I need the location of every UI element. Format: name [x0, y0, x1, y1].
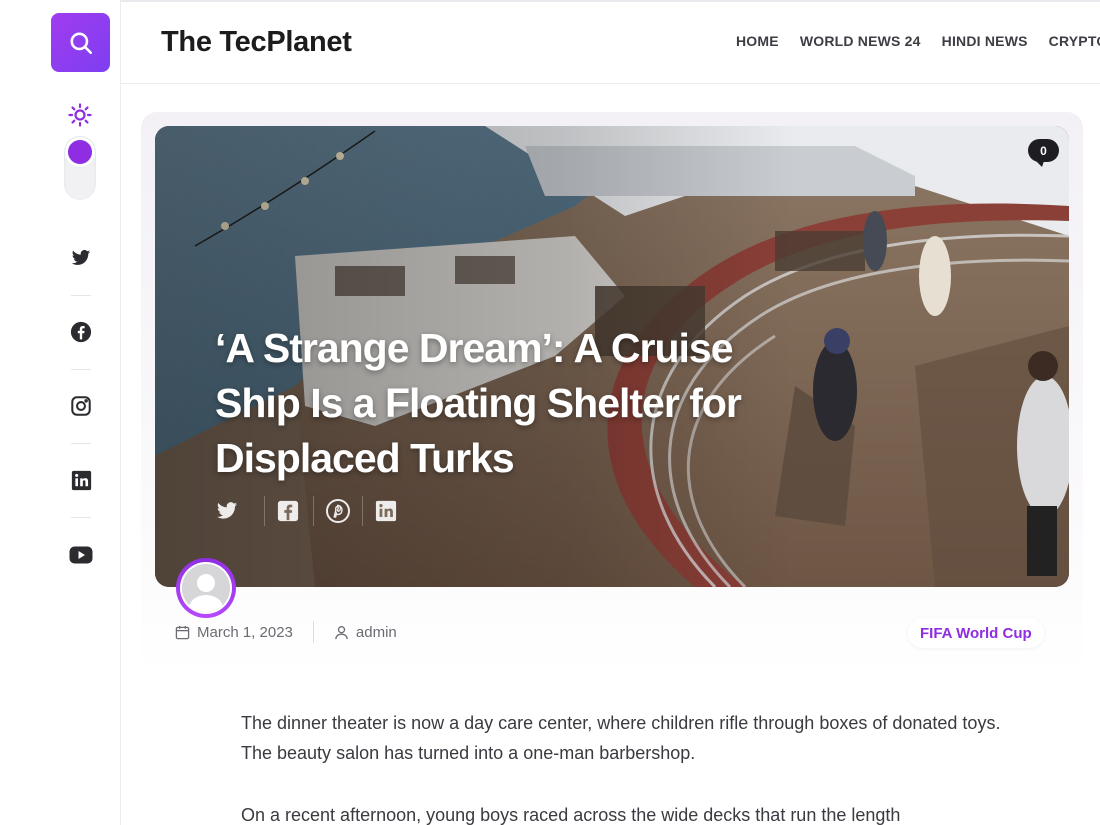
divider: [71, 295, 91, 296]
avatar-ring: [180, 562, 232, 614]
linkedin-icon: [71, 470, 91, 490]
author-avatar[interactable]: [176, 558, 236, 618]
theme-toggle[interactable]: [64, 136, 96, 200]
category-badge[interactable]: FIFA World Cup: [908, 618, 1044, 648]
divider: [71, 443, 91, 444]
meta-divider: [312, 621, 314, 643]
post-title[interactable]: ‘A Strange Dream’: A Cruise Ship Is a Fl…: [215, 321, 815, 486]
share-bar: [215, 496, 411, 526]
post-date-text: March 1, 2023: [197, 623, 293, 641]
youtube-link[interactable]: [66, 540, 96, 570]
share-facebook[interactable]: [264, 496, 313, 526]
post-meta: March 1, 2023 admin: [175, 621, 397, 643]
user-icon: [335, 625, 348, 639]
post-date[interactable]: March 1, 2023: [175, 624, 293, 641]
share-twitter[interactable]: [215, 496, 264, 526]
facebook-icon: [277, 500, 299, 522]
paragraph: On a recent afternoon, young boys raced …: [241, 805, 901, 825]
left-sidebar: [0, 0, 121, 825]
search-icon: [69, 31, 92, 54]
post-author[interactable]: admin: [334, 624, 397, 641]
share-pinterest[interactable]: [313, 496, 362, 526]
instagram-icon: [71, 396, 91, 416]
post-author-text: admin: [355, 623, 397, 641]
nav-world-news-24[interactable]: WORLD NEWS 24: [800, 33, 921, 49]
linkedin-link[interactable]: [66, 465, 96, 495]
site-title[interactable]: The TecPlanet: [161, 26, 352, 59]
article-body: The dinner theater is now a day care cen…: [241, 708, 1001, 825]
instagram-link[interactable]: [66, 391, 96, 421]
nav-home[interactable]: HOME: [736, 33, 779, 49]
calendar-icon: [175, 625, 190, 639]
share-linkedin[interactable]: [362, 496, 411, 526]
divider: [71, 369, 91, 370]
facebook-link[interactable]: [66, 317, 96, 347]
youtube-icon: [69, 546, 93, 564]
default-avatar-icon: [182, 564, 230, 612]
twitter-link[interactable]: [66, 243, 96, 273]
linkedin-icon: [375, 500, 397, 522]
paragraph: The dinner theater is now a day care cen…: [241, 713, 1001, 763]
featured-image[interactable]: 0 ‘A Strange Dream’: A Cruise Ship Is a …: [155, 126, 1069, 587]
main-nav: HOME WORLD NEWS 24 HINDI NEWS CRYPTO: [736, 33, 1100, 49]
twitter-icon: [71, 250, 91, 265]
search-button[interactable]: [51, 13, 110, 72]
sun-icon[interactable]: [66, 101, 94, 129]
toggle-knob: [68, 140, 92, 164]
twitter-icon: [216, 502, 238, 519]
site-header: The TecPlanet HOME WORLD NEWS 24 HINDI N…: [121, 0, 1100, 84]
nav-hindi-news[interactable]: HINDI NEWS: [942, 33, 1028, 49]
comment-count-badge[interactable]: 0: [1028, 139, 1059, 167]
facebook-icon: [70, 321, 92, 343]
nav-crypto[interactable]: CRYPTO: [1049, 33, 1100, 49]
divider: [71, 517, 91, 518]
pinterest-icon: [326, 499, 350, 523]
